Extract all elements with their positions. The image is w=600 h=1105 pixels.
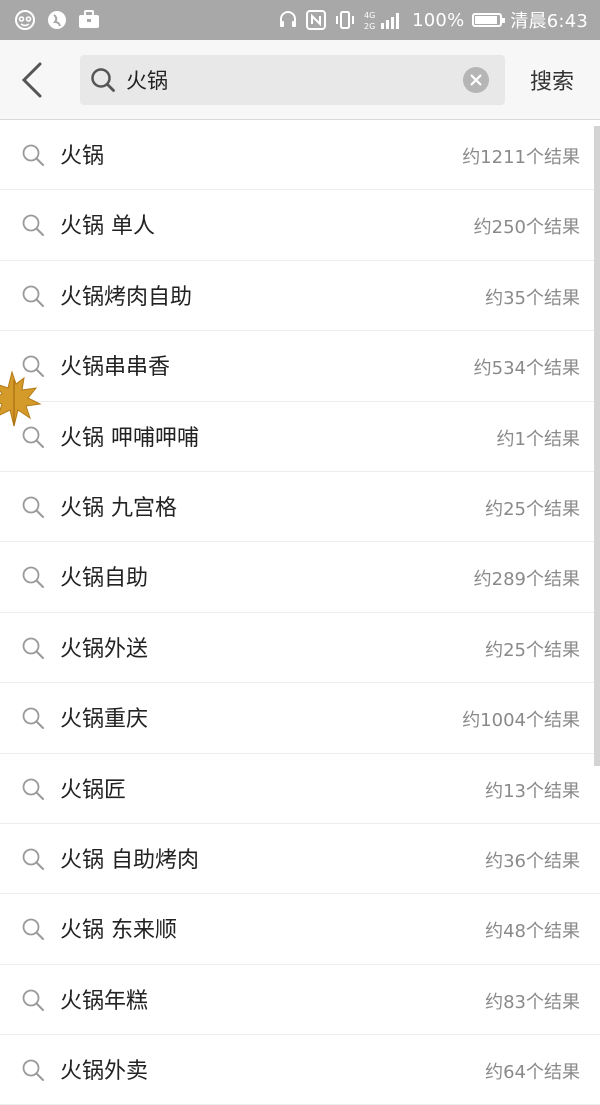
suggestion-term: 火锅自助 [60,566,149,592]
suggestion-term: 火锅 [60,144,105,169]
search-icon [21,777,45,805]
suggestion-term: 火锅 自助烤肉 [60,847,199,873]
suggestion-term: 火锅外送 [60,636,149,662]
scrollbar[interactable] [594,126,600,766]
assistant-face-icon [14,9,36,31]
result-count: 约1004个结果 [462,710,580,732]
result-count: 约289个结果 [473,569,580,591]
suggestion-term: 火锅 九宫格 [60,495,177,521]
result-count: 约1个结果 [496,428,580,450]
suggestion-row[interactable]: 火锅烤肉自助 约35个结果 [0,261,600,332]
status-bar-system: 4G 2G 100% 清晨6:43 [278,0,588,40]
close-icon [470,74,482,86]
search-icon [21,988,45,1016]
search-box[interactable] [80,55,505,105]
suggestion-term: 火锅匠 [60,777,127,803]
suggestion-list: 火锅 约1211个结果 火锅 单人 约250个结果 火锅烤肉自助 约35个结果 火锅串串香约… [0,120,600,1105]
search-button[interactable]: 搜索 [530,64,574,96]
briefcase-icon [78,10,100,30]
search-icon [21,706,45,734]
search-icon [21,917,45,945]
search-input[interactable] [126,63,446,97]
suggestion-row[interactable]: 火锅 呷哺呷哺 约1个结果 [0,402,600,472]
maple-leaf-icon [0,370,42,434]
suggestion-row[interactable]: 火锅 约1211个结果 [0,120,600,191]
search-icon [21,1058,45,1086]
suggestion-row[interactable]: 火锅 单人 约250个结果 [0,190,600,261]
suggestion-term: 火锅外卖 [60,1059,149,1085]
suggestion-term: 火锅 呷哺呷哺 [60,425,199,451]
result-count: 约1211个结果 [462,147,580,168]
suggestion-row[interactable]: 火锅外卖 约64个结果 [0,1035,600,1105]
suggestion-row[interactable]: 火锅年糕 约83个结果 [0,965,600,1036]
suggestion-row[interactable]: 火锅自助 约289个结果 [0,542,600,613]
suggestion-row[interactable]: 火锅外送 约25个结果 [0,613,600,684]
svg-text:2G: 2G [364,22,375,31]
suggestion-term: 火锅年糕 [60,988,149,1014]
result-count: 约64个结果 [485,1062,580,1084]
status-bar: 4G 2G 100% 清晨6:43 [0,0,600,40]
suggestion-row[interactable]: 火锅重庆 约1004个结果 [0,683,600,754]
result-count: 约35个结果 [485,287,580,309]
suggestion-row[interactable]: 火锅 自助烤肉 约36个结果 [0,824,600,895]
result-count: 约25个结果 [485,639,580,661]
search-icon [90,67,116,97]
suggestion-term: 火锅 东来顺 [60,918,177,944]
search-header: 搜索 [0,40,600,120]
suggestion-row[interactable]: 火锅 东来顺 约48个结果 [0,894,600,965]
result-count: 约48个结果 [485,921,580,943]
result-count: 约25个结果 [485,498,580,520]
search-icon [21,636,45,664]
result-count: 约83个结果 [485,991,580,1013]
search-icon [21,565,45,593]
result-count: 约250个结果 [473,217,580,239]
search-icon [21,213,45,241]
battery-percent: 100% [412,9,465,31]
suggestion-term: 火锅重庆 [60,707,149,733]
status-bar-notifications [14,9,100,31]
result-count: 约36个结果 [485,850,580,872]
globe-fire-icon [46,9,68,31]
search-icon [21,847,45,875]
svg-text:4G: 4G [364,11,375,20]
suggestion-row[interactable]: 火锅 九宫格 约25个结果 [0,472,600,543]
nfc-icon [306,10,327,30]
signal-icon: 4G 2G [364,9,404,31]
search-icon [21,143,45,171]
clear-button[interactable] [463,67,489,93]
result-count: 约13个结果 [485,780,580,802]
clock: 清晨6:43 [510,11,588,32]
search-icon [21,495,45,523]
suggestion-term: 火锅烤肉自助 [60,284,193,310]
headset-icon [278,10,298,30]
suggestion-row[interactable]: 火锅匠 约13个结果 [0,754,600,824]
back-button[interactable] [14,58,54,102]
suggestion-term: 火锅串串香 [60,355,171,381]
suggestion-term: 火锅 单人 [60,214,155,240]
vibrate-icon [334,10,356,30]
battery-icon [472,13,506,27]
result-count: 约534个结果 [473,358,580,380]
suggestion-row[interactable]: 火锅串串香 约534个结果 [0,331,600,402]
search-icon [21,284,45,312]
back-arrow-icon [21,62,42,98]
